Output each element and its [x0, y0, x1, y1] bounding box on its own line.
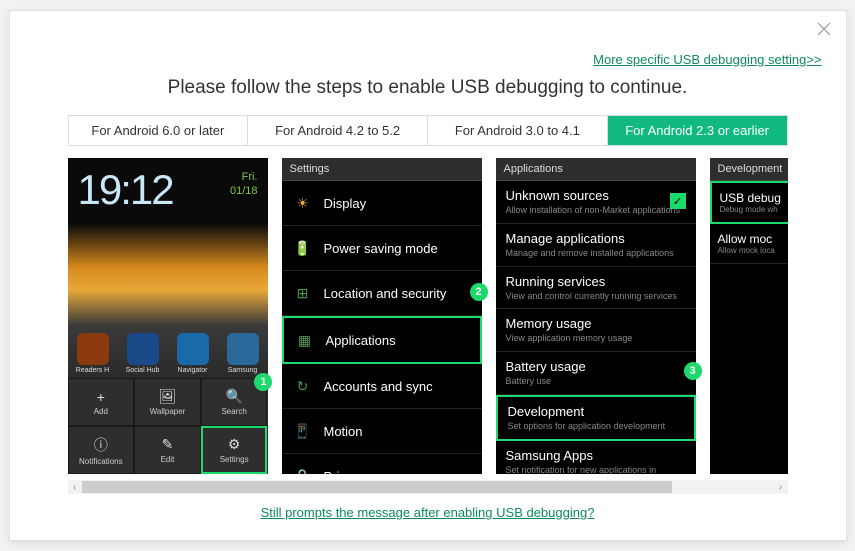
apps-icon: ▦: [294, 329, 316, 351]
bottom-link-wrap: Still prompts the message after enabling…: [10, 504, 846, 522]
applications-header: Applications: [496, 158, 696, 181]
tab-android-4-2[interactable]: For Android 4.2 to 5.2: [248, 116, 428, 145]
clock-date: Fri.01/18: [230, 170, 258, 199]
check-icon: ✓: [670, 193, 686, 209]
usb-debugging-dialog: More specific USB debugging setting>> Pl…: [9, 10, 847, 541]
battery-icon: 🔋: [292, 237, 314, 259]
app-running: Running servicesView and control current…: [496, 267, 696, 310]
dev-allow-mock: Allow mocAllow mock loca: [710, 224, 788, 264]
gear-icon: ⚙: [228, 436, 241, 453]
more-specific-link[interactable]: More specific USB debugging setting>>: [593, 52, 821, 67]
setting-display: ☀Display: [282, 181, 482, 226]
wallpaper-icon: 🖼: [159, 388, 177, 405]
step-badge-1: 1: [254, 373, 272, 391]
app-manage: Manage applicationsManage and remove ins…: [496, 224, 696, 267]
android-version-tabs: For Android 6.0 or later For Android 4.2…: [68, 115, 788, 146]
menu-notifications: ⓘNotifications: [68, 426, 135, 474]
still-prompts-link[interactable]: Still prompts the message after enabling…: [261, 505, 595, 520]
settings-header: Settings: [282, 158, 482, 181]
instruction-gallery: 19:12 Fri.01/18 Readers H Social Hub Nav…: [68, 158, 788, 474]
scroll-right-arrow[interactable]: ›: [774, 482, 788, 493]
app-samsung: Samsung: [221, 333, 265, 374]
step-badge-3: 3: [684, 362, 702, 380]
scroll-left-arrow[interactable]: ‹: [68, 482, 82, 493]
menu-wallpaper: 🖼Wallpaper: [134, 378, 201, 426]
app-readers: Readers H: [71, 333, 115, 374]
grid-icon: ⊞: [292, 282, 314, 304]
tab-android-6[interactable]: For Android 6.0 or later: [69, 116, 249, 145]
step-badge-2: 2: [470, 283, 488, 301]
close-button[interactable]: [814, 19, 834, 39]
step-panel-applications: Applications Unknown sourcesAllow instal…: [496, 158, 696, 474]
sync-icon: ↻: [292, 375, 314, 397]
app-navigator: Navigator: [171, 333, 215, 374]
more-specific-link-wrap: More specific USB debugging setting>>: [10, 11, 846, 69]
app-row: Readers H Social Hub Navigator Samsung: [68, 333, 268, 374]
step-panel-development: Development USB debugDebug mode wh Allow…: [710, 158, 788, 474]
menu-edit: ✎Edit: [134, 426, 201, 474]
display-icon: ☀: [292, 192, 314, 214]
menu-add: +Add: [68, 378, 135, 426]
step-panel-settings: Settings ☀Display 🔋Power saving mode ⊞Lo…: [282, 158, 482, 474]
info-icon: ⓘ: [94, 435, 108, 455]
tab-android-3[interactable]: For Android 3.0 to 4.1: [428, 116, 608, 145]
menu-settings: ⚙Settings: [201, 426, 268, 474]
setting-accounts: ↻Accounts and sync: [282, 364, 482, 409]
plus-icon: +: [97, 389, 105, 405]
dev-usb-debug: USB debugDebug mode wh: [710, 181, 788, 224]
app-battery: Battery usageBattery use3: [496, 352, 696, 395]
dialog-heading: Please follow the steps to enable USB de…: [10, 77, 846, 99]
app-social: Social Hub: [121, 333, 165, 374]
scrollbar-thumb[interactable]: [82, 481, 672, 493]
development-header: Development: [710, 158, 788, 181]
setting-motion: 📱Motion: [282, 409, 482, 454]
search-icon: 🔍: [225, 388, 242, 405]
setting-power: 🔋Power saving mode: [282, 226, 482, 271]
app-samsung-apps: Samsung AppsSet notification for new app…: [496, 441, 696, 474]
step-panel-home: 19:12 Fri.01/18 Readers H Social Hub Nav…: [68, 158, 268, 474]
app-memory: Memory usageView application memory usag…: [496, 309, 696, 352]
setting-location: ⊞Location and security2: [282, 271, 482, 316]
setting-privacy: 🔒Privacy: [282, 454, 482, 474]
motion-icon: 📱: [292, 420, 314, 442]
tab-android-2-3[interactable]: For Android 2.3 or earlier: [608, 116, 787, 145]
horizontal-scrollbar[interactable]: ‹ ›: [68, 480, 788, 494]
app-development: DevelopmentSet options for application d…: [496, 395, 696, 441]
clock-time: 19:12: [78, 166, 173, 214]
setting-applications: ▦Applications: [282, 316, 482, 364]
menu-search: 🔍Search1: [201, 378, 268, 426]
pencil-icon: ✎: [162, 436, 174, 453]
lock-icon: 🔒: [292, 465, 314, 474]
home-screen: 19:12 Fri.01/18 Readers H Social Hub Nav…: [68, 158, 268, 378]
app-unknown-sources: Unknown sourcesAllow installation of non…: [496, 181, 696, 224]
home-menu: +Add 🖼Wallpaper 🔍Search1 ⓘNotifications …: [68, 378, 268, 474]
